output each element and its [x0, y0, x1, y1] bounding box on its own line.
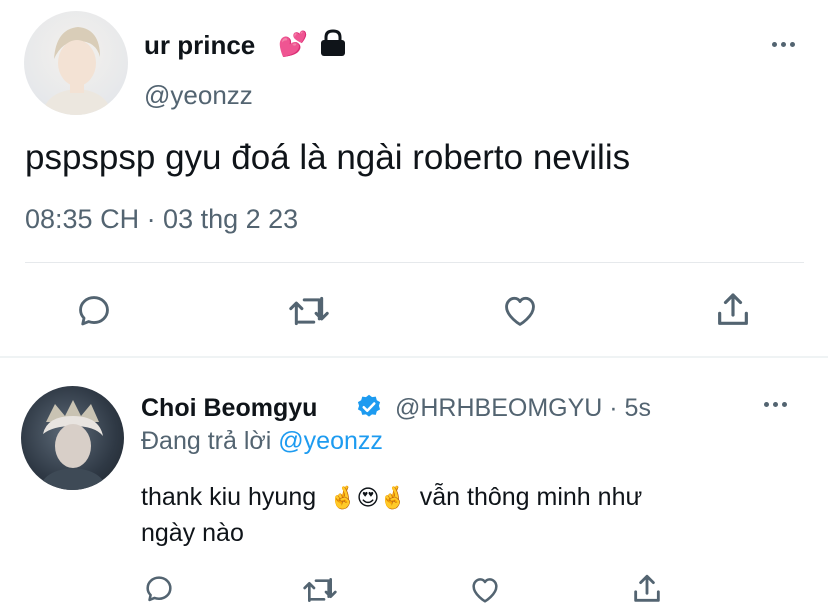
reply-avatar[interactable] [21, 386, 124, 490]
divider [25, 262, 804, 263]
lock-icon [318, 29, 348, 57]
emoji-group: 🤞😍🤞 [329, 485, 407, 510]
section-divider [0, 356, 828, 358]
reply-reply-icon[interactable] [143, 573, 175, 605]
reply-handle-time[interactable]: @HRHBEOMGYU · 5s [395, 394, 651, 423]
reply-display-name[interactable]: Choi Beomgyu [141, 394, 317, 423]
replying-to-label: Đang trả lời [141, 427, 272, 455]
reply-text-line2: ngày nào [141, 519, 244, 547]
avatar[interactable] [24, 11, 128, 115]
retweet-icon[interactable] [287, 292, 331, 330]
reply-retweet-icon[interactable] [301, 574, 339, 606]
reply-text-part1: thank kiu hyung [141, 483, 317, 511]
display-name[interactable]: ur prince [144, 30, 255, 61]
replying-to-line: Đang trả lời @yeonzz [141, 427, 383, 456]
verified-badge-icon [355, 393, 383, 421]
reply-icon[interactable] [75, 292, 113, 330]
reply-like-icon[interactable] [468, 574, 502, 606]
reply-more-options-icon[interactable] [764, 402, 787, 407]
tweet-timestamp[interactable]: 08:35 CH · 03 thg 2 23 [25, 204, 298, 235]
sparkling-heart-emoji: 💕 [278, 31, 308, 58]
like-icon[interactable] [500, 292, 540, 330]
replying-to-handle[interactable]: @yeonzz [278, 427, 383, 455]
more-options-icon[interactable] [772, 42, 795, 47]
user-handle[interactable]: @yeonzz [144, 80, 253, 111]
tweet-text: pspspsp gyu đoá là ngài roberto nevilis [25, 138, 631, 177]
reply-text-line1: thank kiu hyung 🤞😍🤞 vẫn thông minh như [141, 483, 642, 512]
share-icon[interactable] [713, 290, 753, 330]
reply-share-icon[interactable] [630, 572, 664, 606]
reply-text-part2: vẫn thông minh như [419, 483, 643, 511]
